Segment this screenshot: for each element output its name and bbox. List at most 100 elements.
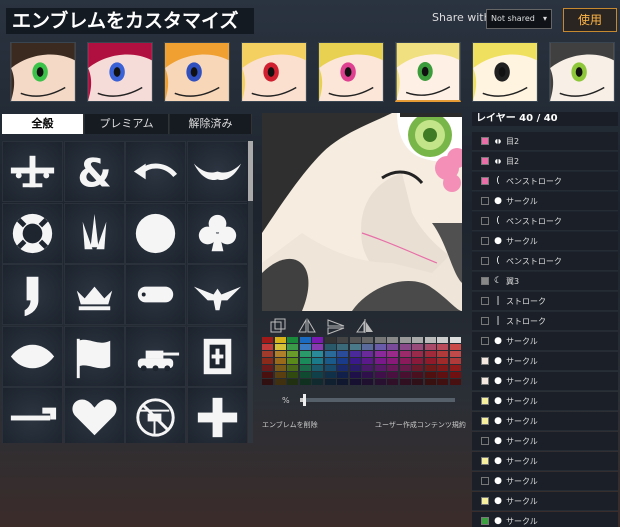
layer-row[interactable]: | ストローク xyxy=(472,292,618,311)
color-swatch[interactable] xyxy=(424,344,436,350)
tab-general[interactable]: 全般 xyxy=(2,114,84,134)
color-swatch[interactable] xyxy=(399,358,411,364)
layer-color-chip[interactable] xyxy=(481,357,489,365)
use-button[interactable]: 使用 xyxy=(563,8,617,32)
color-swatch[interactable] xyxy=(374,344,386,350)
icon-cell[interactable] xyxy=(125,264,186,325)
color-swatch[interactable] xyxy=(324,351,336,357)
color-swatch[interactable] xyxy=(287,365,298,371)
layer-row[interactable]: ● サークル xyxy=(472,412,618,431)
icon-cell[interactable] xyxy=(63,264,125,325)
color-swatch[interactable] xyxy=(337,344,348,350)
layer-color-chip[interactable] xyxy=(481,217,489,225)
color-swatch[interactable] xyxy=(274,358,286,364)
icon-grid-scrollbar[interactable] xyxy=(248,141,253,443)
color-swatch[interactable] xyxy=(387,351,398,357)
color-swatch[interactable] xyxy=(399,344,411,350)
layer-color-chip[interactable] xyxy=(481,297,489,305)
color-swatch[interactable] xyxy=(349,358,361,364)
layer-row[interactable]: ● サークル xyxy=(472,392,618,411)
color-swatch[interactable] xyxy=(424,379,436,385)
color-swatch[interactable] xyxy=(424,372,436,378)
transform-tool-button[interactable] xyxy=(266,316,290,336)
color-swatch[interactable] xyxy=(349,379,361,385)
layer-color-chip[interactable] xyxy=(481,377,489,385)
layer-row[interactable]: ● サークル xyxy=(472,352,618,371)
color-swatch[interactable] xyxy=(412,337,423,343)
color-swatch[interactable] xyxy=(274,372,286,378)
layer-color-chip[interactable] xyxy=(481,317,489,325)
layer-row[interactable]: ● サークル xyxy=(472,492,618,511)
template-8[interactable] xyxy=(549,42,615,102)
color-swatch[interactable] xyxy=(274,365,286,371)
color-swatch[interactable] xyxy=(299,372,311,378)
layer-color-chip[interactable] xyxy=(481,177,489,185)
layer-row[interactable]: ☾ 翼3 xyxy=(472,272,618,291)
layer-row[interactable]: ◖◗ 目2 xyxy=(472,132,618,151)
size-slider-handle[interactable] xyxy=(303,394,307,406)
color-swatch[interactable] xyxy=(437,351,448,357)
color-swatch[interactable] xyxy=(337,379,348,385)
color-swatch[interactable] xyxy=(299,358,311,364)
color-swatch[interactable] xyxy=(412,372,423,378)
color-swatch[interactable] xyxy=(374,351,386,357)
color-swatch[interactable] xyxy=(349,351,361,357)
color-swatch[interactable] xyxy=(287,351,298,357)
color-swatch[interactable] xyxy=(424,351,436,357)
layer-color-chip[interactable] xyxy=(481,457,489,465)
template-4[interactable] xyxy=(241,42,307,102)
color-swatch[interactable] xyxy=(287,337,298,343)
tab-premium[interactable]: プレミアム xyxy=(85,114,169,134)
color-swatch[interactable] xyxy=(449,358,461,364)
color-swatch[interactable] xyxy=(349,337,361,343)
color-swatch[interactable] xyxy=(349,344,361,350)
color-swatch[interactable] xyxy=(349,372,361,378)
color-swatch[interactable] xyxy=(274,351,286,357)
color-swatch[interactable] xyxy=(399,351,411,357)
share-select[interactable]: Not shared ▾ xyxy=(486,9,552,29)
layer-color-chip[interactable] xyxy=(481,197,489,205)
color-swatch[interactable] xyxy=(262,337,273,343)
color-swatch[interactable] xyxy=(362,379,373,385)
color-swatch[interactable] xyxy=(312,351,323,357)
icon-grid-scroll-thumb[interactable] xyxy=(248,141,253,201)
layer-color-chip[interactable] xyxy=(481,157,489,165)
color-swatch[interactable] xyxy=(387,337,398,343)
color-swatch[interactable] xyxy=(399,379,411,385)
color-swatch[interactable] xyxy=(299,351,311,357)
layer-row[interactable]: (ペンストローク xyxy=(472,212,618,231)
emblem-canvas[interactable] xyxy=(262,113,462,311)
color-swatch[interactable] xyxy=(399,365,411,371)
color-swatch[interactable] xyxy=(287,344,298,350)
color-swatch[interactable] xyxy=(337,365,348,371)
color-swatch[interactable] xyxy=(299,379,311,385)
transform-tool-button[interactable] xyxy=(324,316,348,336)
icon-cell[interactable] xyxy=(125,387,186,443)
layer-color-chip[interactable] xyxy=(481,337,489,345)
template-1[interactable] xyxy=(10,42,76,102)
icon-cell[interactable] xyxy=(2,202,63,264)
color-swatch[interactable] xyxy=(312,379,323,385)
layer-row[interactable]: ● サークル xyxy=(472,472,618,491)
color-swatch[interactable] xyxy=(287,379,298,385)
color-swatch[interactable] xyxy=(362,344,373,350)
color-swatch[interactable] xyxy=(262,358,273,364)
icon-cell[interactable] xyxy=(186,325,247,387)
color-swatch[interactable] xyxy=(387,372,398,378)
color-swatch[interactable] xyxy=(374,358,386,364)
color-swatch[interactable] xyxy=(362,337,373,343)
color-swatch[interactable] xyxy=(437,337,448,343)
template-7[interactable] xyxy=(472,42,538,102)
layer-row[interactable]: | ストローク xyxy=(472,312,618,331)
color-swatch[interactable] xyxy=(449,372,461,378)
icon-cell[interactable]: & xyxy=(63,141,125,202)
color-swatch[interactable] xyxy=(412,358,423,364)
color-swatch[interactable] xyxy=(399,337,411,343)
layer-row[interactable]: ● サークル xyxy=(472,192,618,211)
color-swatch[interactable] xyxy=(449,344,461,350)
layer-row[interactable]: ● サークル xyxy=(472,432,618,451)
layer-color-chip[interactable] xyxy=(481,417,489,425)
color-swatch[interactable] xyxy=(424,365,436,371)
color-swatch[interactable] xyxy=(299,337,311,343)
color-swatch[interactable] xyxy=(324,337,336,343)
